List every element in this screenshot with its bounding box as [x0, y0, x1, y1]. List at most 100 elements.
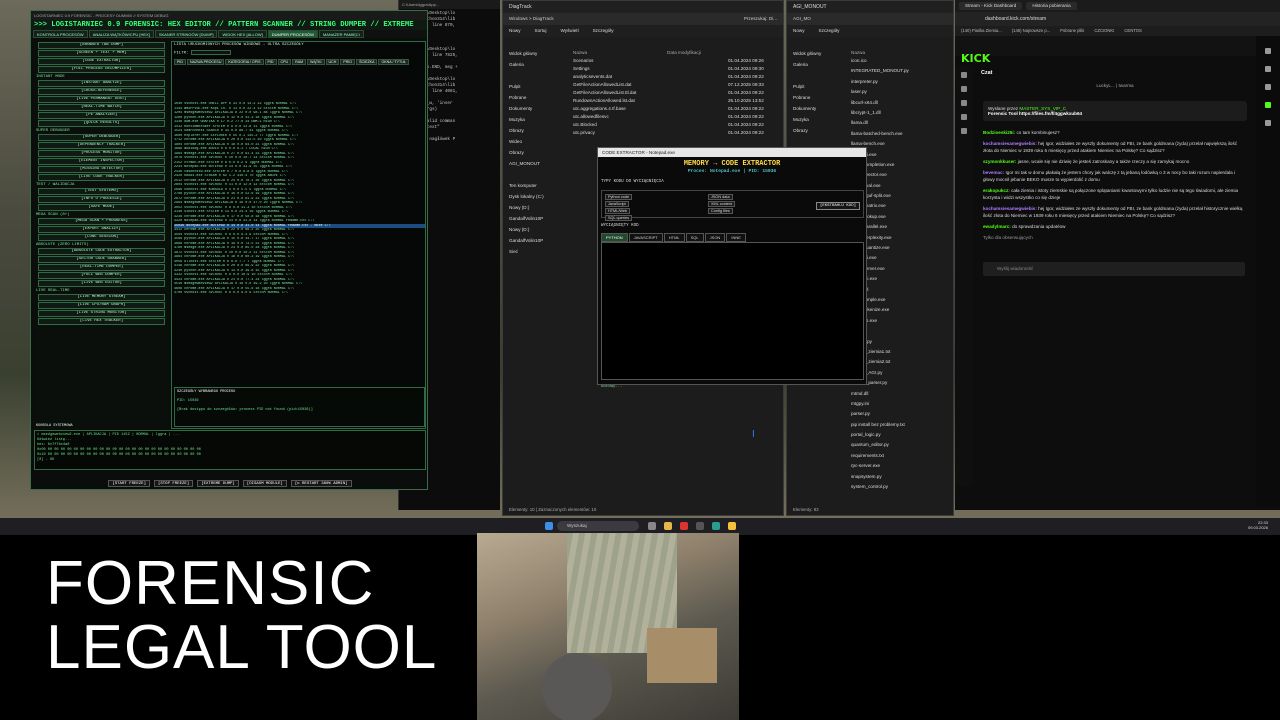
language-tab[interactable]: HTML: [663, 233, 685, 242]
nav-item[interactable]: Galeria: [503, 60, 567, 71]
sidebar-button[interactable]: [SCREEN + TEXT + MEM]: [38, 50, 165, 57]
tab-2[interactable]: SKANER STRINGÓW [DUMP]: [154, 30, 218, 38]
action-button[interactable]: [START FREEZE]: [108, 480, 150, 487]
pinned-text[interactable]: Forensic Tool https://files.fm/f/4ggwkxu…: [988, 111, 1242, 116]
bookmark[interactable]: (146) Najnowsze p...: [1012, 28, 1050, 34]
nav-item[interactable]: Dokumenty: [503, 104, 567, 115]
file-row[interactable]: analyticsevents.dat 01.04.2024 09:22: [569, 73, 783, 81]
toolbar-button[interactable]: Nowy: [509, 28, 521, 34]
sidebar-button[interactable]: [REAL-TIME DUMPER]: [38, 264, 165, 271]
kick-browser-window[interactable]: Stream - Kick Dashboard Historia pobieran…: [955, 0, 1280, 510]
code-type-checkbox[interactable]: HTML/Web: [605, 208, 631, 214]
sidebar-button[interactable]: [LIVE CPU/RAM GRAPH]: [38, 302, 165, 309]
file-row[interactable]: utc.aggregations.4.tf.base 01.04.2024 09:…: [569, 105, 783, 113]
nav-item[interactable]: Obrazy: [503, 148, 567, 159]
start-icon[interactable]: [545, 522, 553, 530]
nav-item[interactable]: GandalfVolin10P: [503, 236, 567, 247]
browser-tab[interactable]: Stream - Kick Dashboard: [959, 2, 1023, 10]
sidebar-button[interactable]: [SUPER DEBUGGER]: [38, 134, 165, 141]
toolbar-button[interactable]: Wyświetl: [561, 28, 579, 34]
tab-5[interactable]: MANAŻER PAMIĘCI: [318, 30, 364, 38]
file-row[interactable]: utc.Blocked 01.04.2024 09:22: [569, 121, 783, 129]
file-row[interactable]: icon.ico: [847, 57, 953, 67]
file-row[interactable]: Settings 01.04.2024 09:30: [569, 65, 783, 73]
sidebar-button[interactable]: [ELEMENT INSPECTOR]: [38, 158, 165, 165]
nav-item[interactable]: Pulpit: [503, 82, 567, 93]
column-name[interactable]: Nazwa: [851, 50, 865, 56]
file-row[interactable]: libcurl-x64.dll: [847, 99, 953, 109]
chat-username[interactable]: erakopukcz:: [983, 188, 1010, 193]
code-type-checkbox[interactable]: Python code: [605, 194, 633, 200]
nav-item[interactable]: Widok główny: [503, 49, 567, 60]
sidebar-button[interactable]: [LIVE CODE TRACKER]: [38, 174, 165, 181]
sidebar-button[interactable]: [ABSOLUTE CODE EXTRACTOR]: [38, 248, 165, 255]
chat-username[interactable]: szymonkkuser:: [983, 159, 1016, 164]
language-tab[interactable]: PYTHON: [601, 233, 628, 242]
chat-username[interactable]: ewadylmarc:: [983, 224, 1011, 229]
sidebar-button[interactable]: [TEST SYSTEMU]: [38, 188, 165, 195]
column-header[interactable]: UCH: [325, 59, 340, 65]
file-row[interactable]: mtgpy.ini: [847, 400, 953, 410]
sidebar-button[interactable]: [QUICK RESULTS]: [38, 120, 165, 127]
column-header[interactable]: KATEGORIA / OPIS: [225, 59, 264, 65]
sidebar-button[interactable]: [INFO O PROCESIE]: [38, 196, 165, 203]
kick-logo[interactable]: KICK: [961, 52, 990, 65]
forensic-tool-window[interactable]: LOGISTARNIEC 0.9 FORENSIC - PROCESY DUMM…: [30, 10, 428, 490]
sidebar-button[interactable]: [BROWSER TAB DUMP]: [38, 42, 165, 49]
code-type-checkbox[interactable]: SQL queries: [605, 215, 632, 221]
settings-icon[interactable]: [961, 114, 967, 120]
nav-item[interactable]: Dysk lokalny (C:): [503, 192, 567, 203]
file-row[interactable]: RundownActionAllowed.lst.dat 25.10.2025 1…: [569, 97, 783, 105]
tab-4[interactable]: DUMPER PROCESÓW: [267, 30, 318, 38]
tools-icon[interactable]: [1265, 120, 1271, 126]
file-row[interactable]: libcrypt-1_1.dll: [847, 109, 953, 119]
column-header[interactable]: NAZWA PROCESU: [187, 59, 225, 65]
action-button[interactable]: [EXTREME DUMP]: [197, 480, 239, 487]
column-header[interactable]: PID: [174, 59, 186, 65]
nav-item[interactable]: [503, 170, 567, 181]
table-row[interactable]: 4700 svchost.exe SVCHOST 0 8 0.0 9.0 9 S…: [174, 291, 425, 296]
home-icon[interactable]: [961, 72, 967, 78]
nav-item[interactable]: Obrazy: [787, 126, 851, 137]
file-row[interactable]: GetFileActionAllowedList.dat 07.12.2025 0…: [569, 81, 783, 89]
chat-username[interactable]: kochamsiesamegwiebis:: [983, 206, 1037, 211]
toolbar-button[interactable]: Nowy: [793, 28, 805, 34]
file-row[interactable]: requirements.txt: [847, 452, 953, 462]
sidebar-button[interactable]: [SAFE MODE]: [38, 204, 165, 211]
nav-item[interactable]: Widok główny: [787, 49, 851, 60]
obs-icon[interactable]: [696, 522, 704, 530]
code-type-checkbox[interactable]: JSON data: [708, 194, 733, 200]
nav-item[interactable]: [787, 71, 851, 82]
nav-item[interactable]: Pobrane: [787, 93, 851, 104]
sidebar-button[interactable]: [MEGA SCAN + PROGRESS]: [38, 218, 165, 225]
sidebar-button[interactable]: [CROSS-REFERENCE]: [38, 88, 165, 95]
sidebar-button[interactable]: [LIVE STRING MONITOR]: [38, 310, 165, 317]
action-button[interactable]: [STOP FREEZE]: [153, 480, 194, 487]
chat-username[interactable]: kochamsiesamegwiebis:: [983, 141, 1037, 146]
column-name[interactable]: Nazwa: [573, 50, 587, 56]
sidebar-button[interactable]: [INSTANT ANALYZE]: [38, 80, 165, 87]
terminal-icon[interactable]: [712, 522, 720, 530]
app-icon[interactable]: [680, 522, 688, 530]
nav-item[interactable]: Pulpit: [787, 82, 851, 93]
browser-tab[interactable]: Historia pobierania: [1026, 2, 1077, 10]
column-header[interactable]: CPU: [277, 59, 292, 65]
address-bar[interactable]: Windows > DiagTrack Przeszukaj: Di...: [503, 13, 783, 25]
extracted-code-area[interactable]: [601, 242, 864, 380]
sidebar-button[interactable]: [LIVE PERMANENT DUST]: [38, 96, 165, 103]
nav-item[interactable]: Muzyka: [503, 115, 567, 126]
column-header[interactable]: OKNA / TYTUŁ: [378, 59, 409, 65]
sidebar-button[interactable]: [FULL WEB DUMPER]: [38, 272, 165, 279]
users-icon[interactable]: [961, 128, 967, 134]
task-view-icon[interactable]: [648, 522, 656, 530]
taskbar-search[interactable]: Wyszukaj: [557, 521, 639, 531]
sidebar-button[interactable]: [PE ANALYZER]: [38, 112, 165, 119]
toolbar-button[interactable]: Szczegóły: [819, 28, 840, 34]
file-row[interactable]: system_control.py: [847, 483, 953, 493]
url-bar[interactable]: dashboard.kick.com/stream: [955, 12, 1280, 26]
file-row[interactable]: rpc-server.exe: [847, 462, 953, 472]
file-row[interactable]: interpreter.py: [847, 78, 953, 88]
code-type-checkbox[interactable]: XML content: [708, 201, 736, 207]
sidebar-button[interactable]: [LIVE WEB EDITOR]: [38, 280, 165, 287]
file-row[interactable]: quantum_editor.py: [847, 441, 953, 451]
